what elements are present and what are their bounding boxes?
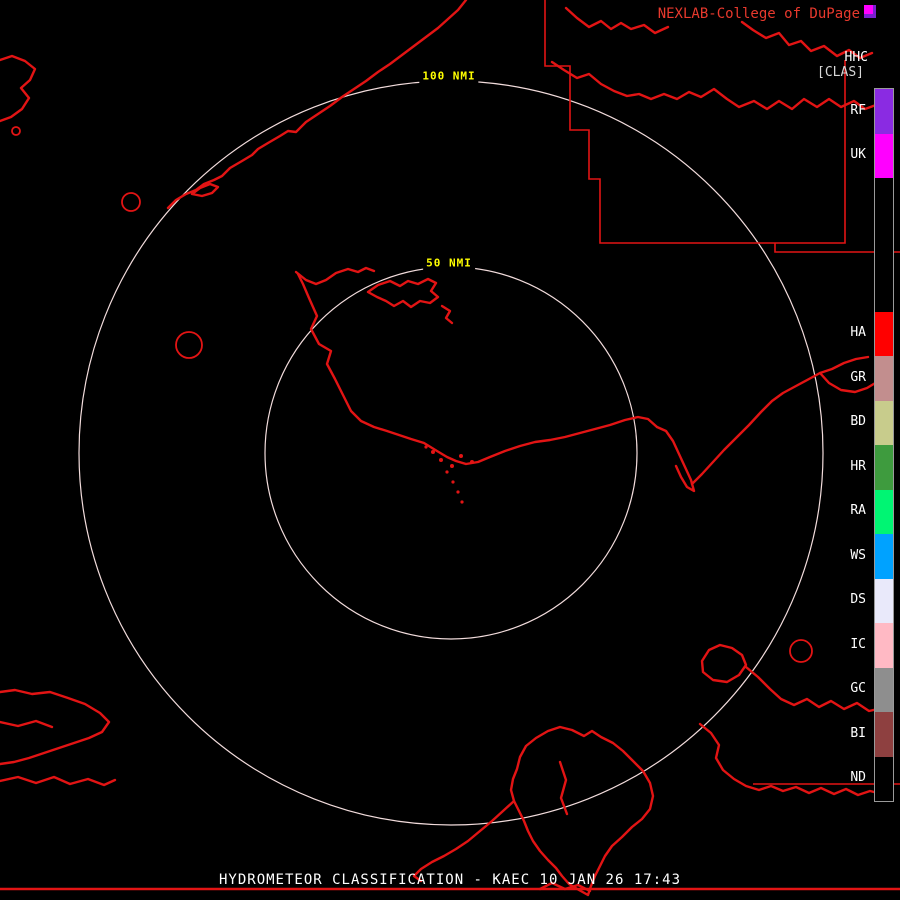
legend-label-ic: IC <box>850 636 866 652</box>
legend-segment-empty <box>875 222 893 267</box>
legend-label-gr: GR <box>850 369 866 385</box>
speck <box>470 460 474 464</box>
legend-label-empty <box>850 177 866 222</box>
legend-segment-empty <box>875 267 893 312</box>
legend-labels: RF UK HA GR BD HR RA WS DS IC GC BI ND <box>850 88 866 800</box>
speck <box>450 464 454 468</box>
legend-label-empty <box>850 266 866 311</box>
speck <box>424 445 428 449</box>
legend-label-ds: DS <box>850 592 866 608</box>
speck <box>451 480 455 484</box>
coastline-east-hook <box>655 425 696 493</box>
coastline-central-islands <box>366 277 440 309</box>
legend-label-ra: RA <box>850 503 866 519</box>
speck <box>431 450 435 454</box>
range-ring-label-50nmi: 50 NMI <box>423 255 475 271</box>
legend-label-bd: BD <box>850 414 866 430</box>
radar-map <box>0 0 900 897</box>
legend-segment-ra <box>875 489 893 534</box>
legend-segment-ha <box>875 311 893 356</box>
coastline-northwest-arc <box>166 0 468 210</box>
legend-segment-uk <box>875 133 893 178</box>
coastline-south-island <box>509 725 655 897</box>
legend-segment-hr <box>875 445 893 490</box>
speck <box>456 490 460 494</box>
legend-label-hr: HR <box>850 458 866 474</box>
coastlines-group <box>0 0 880 897</box>
legend-segment-rf <box>875 89 893 134</box>
product-title: HYDROMETEOR CLASSIFICATION - KAEC 10 JAN… <box>218 872 681 888</box>
legend-label-nd: ND <box>850 770 866 786</box>
legend-label-bi: BI <box>850 725 866 741</box>
legend-label-empty <box>850 222 866 267</box>
coastline-southwest-blob <box>0 688 111 766</box>
brand-text: NEXLAB-College of DuPage <box>657 6 860 22</box>
legend-label-gc: GC <box>850 681 866 697</box>
coastline-east-branch <box>818 371 879 394</box>
lake-southeast <box>789 639 813 663</box>
coastline-northeast-upper <box>564 6 670 35</box>
legend-segment-bi <box>875 712 893 757</box>
product-classification-label: [CLAS] <box>817 65 864 80</box>
radar-site-specks <box>424 445 474 504</box>
lake-west-tiny <box>11 126 21 136</box>
radar-display: 100 NMI 50 NMI NEXLAB-College of DuPage … <box>0 0 900 900</box>
coastline-central-bay <box>294 266 376 286</box>
speck <box>460 500 464 504</box>
coastline-central-inlet <box>440 304 454 325</box>
legend-label-uk: UK <box>850 147 866 163</box>
coastline-southeast-island <box>700 643 748 684</box>
product-code-label: HHC <box>844 50 868 65</box>
legend-label-ha: HA <box>850 325 866 341</box>
legend-segment-ic <box>875 623 893 668</box>
lake-west-small <box>121 192 141 212</box>
legend-segment-bd <box>875 400 893 445</box>
legend-segment-empty <box>875 178 893 223</box>
coastline-southwest-inner <box>0 719 54 729</box>
coastline-south-tail <box>412 799 516 883</box>
coastline-west-top <box>0 54 37 123</box>
speck <box>439 458 443 462</box>
coastline-main <box>296 272 659 466</box>
range-ring-label-100nmi: 100 NMI <box>419 68 479 84</box>
coastline-southwest-lower <box>0 775 117 787</box>
legend-colorbar <box>874 88 894 802</box>
speck <box>459 454 463 458</box>
legend-label-rf: RF <box>850 102 866 118</box>
boundary-staircase-north <box>544 0 846 244</box>
legend-segment-ds <box>875 578 893 623</box>
coastline-east-shore <box>690 355 870 486</box>
legend-segment-gr <box>875 356 893 401</box>
station-icon <box>864 5 876 18</box>
speck <box>445 470 449 474</box>
legend-segment-nd <box>875 756 893 801</box>
legend-segment-gc <box>875 667 893 712</box>
lake-west-large <box>175 331 203 359</box>
legend-segment-ws <box>875 534 893 579</box>
coastline-islet-northwest <box>190 182 220 198</box>
legend-label-ws: WS <box>850 547 866 563</box>
